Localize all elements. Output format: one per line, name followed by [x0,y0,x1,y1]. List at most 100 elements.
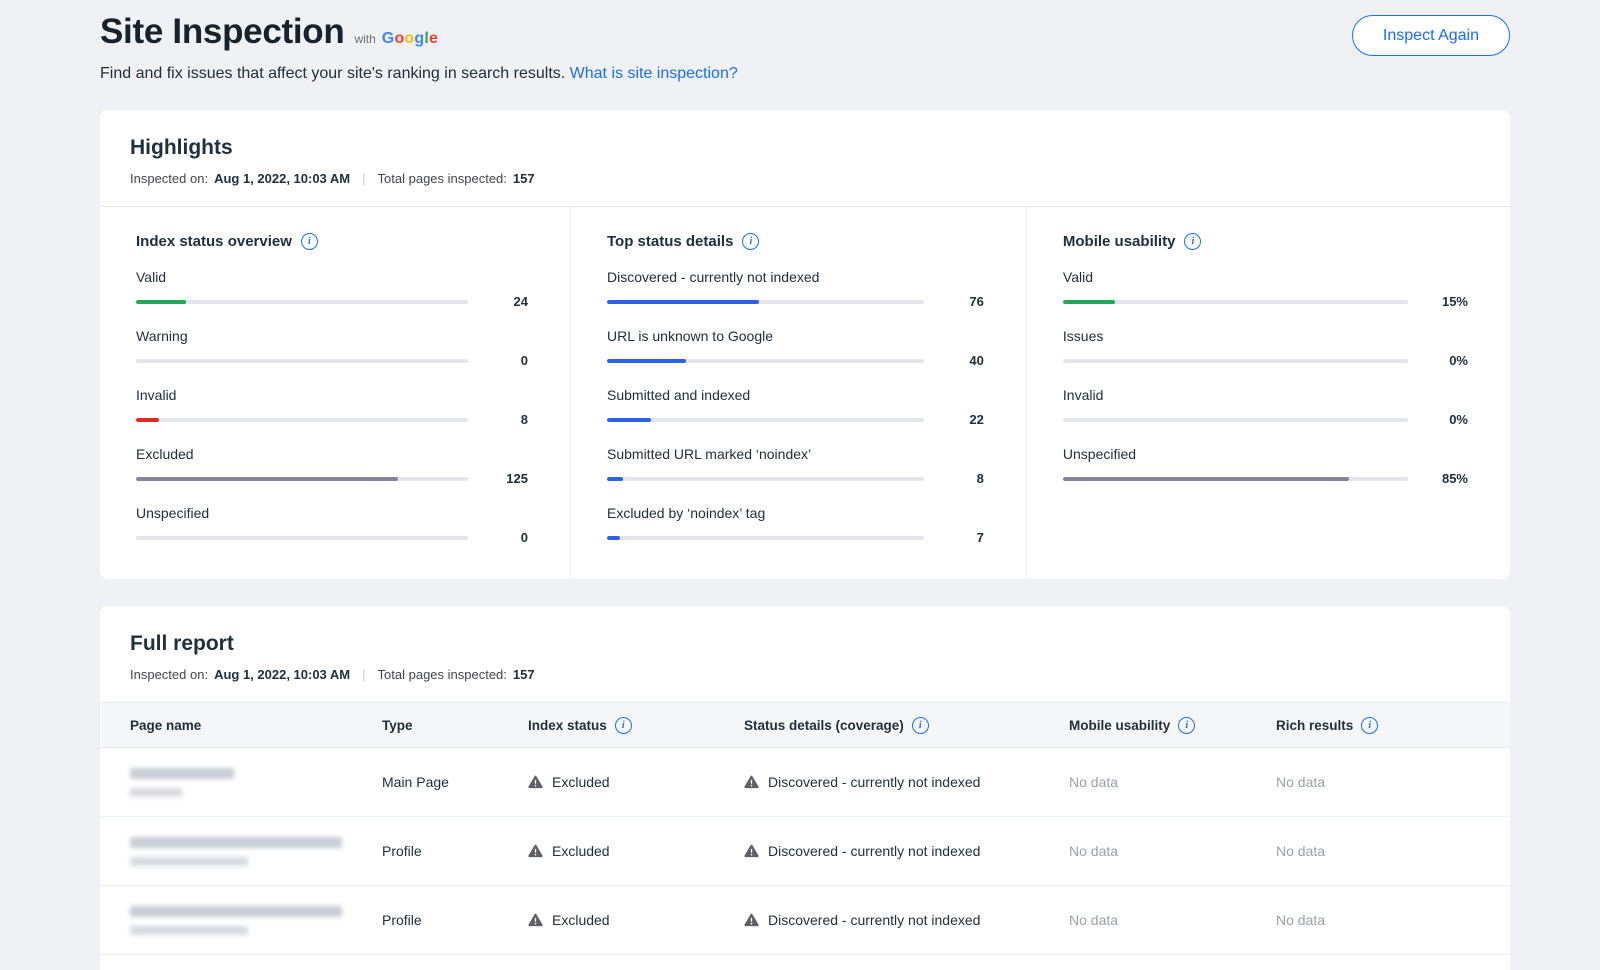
info-icon[interactable]: i [742,233,759,250]
index-status-label: Excluded [552,843,610,859]
column-header-label: Status details (coverage) [744,718,904,733]
google-letter: g [414,30,424,47]
column-header-label: Type [382,718,413,733]
stat-row: Unspecified 85% [1063,446,1468,486]
column-header: Rich results i [1276,717,1510,734]
stat-progress-bar [136,300,468,304]
rich-results-value: No data [1276,843,1510,859]
redacted-text-line [130,768,234,779]
stat-progress-bar [1063,359,1408,363]
stat-progress-bar [1063,300,1408,304]
panel-title: Index status overview [136,233,292,250]
rich-results-value: No data [1276,774,1510,790]
total-pages-value: 157 [513,667,535,682]
redacted-text-line [130,788,182,797]
stat-row: URL is unknown to Google 40 [607,328,984,368]
highlights-card: Highlights Inspected on: Aug 1, 2022, 10… [100,110,1510,579]
warning-icon [744,913,759,927]
info-icon[interactable]: i [615,717,632,734]
column-header: Index status i [528,717,744,734]
full-report-table: Page name i Type i Index status i Status… [100,702,1510,970]
status-details-label: Discovered - currently not indexed [768,912,980,928]
column-header-label: Page name [130,718,201,733]
redacted-text-line [130,906,342,917]
stat-value: 125 [482,471,528,486]
what-is-site-inspection-link[interactable]: What is site inspection? [570,65,738,82]
column-header: Type i [382,718,528,733]
page-header: Site Inspection with Google Find and fix… [100,12,1510,83]
status-details-cell: Discovered - currently not indexed [744,843,1069,859]
stat-value: 0 [482,530,528,545]
table-row[interactable]: Main Page Excluded Discovered - currentl… [100,748,1510,817]
google-letter: G [382,30,395,47]
info-icon[interactable]: i [1184,233,1201,250]
highlights-panel: Index status overview i Valid 24 Warning… [100,207,570,579]
stat-row: Warning 0 [136,328,528,368]
stat-value: 40 [938,353,984,368]
highlights-head: Highlights Inspected on: Aug 1, 2022, 10… [100,110,1510,207]
stat-progress-bar [1063,418,1408,422]
mobile-usability-value: No data [1069,774,1276,790]
stat-label: Invalid [1063,387,1468,403]
total-pages-label: Total pages inspected: [378,171,507,186]
inspect-again-button[interactable]: Inspect Again [1352,15,1510,56]
index-status-label: Excluded [552,774,610,790]
column-header-label: Mobile usability [1069,718,1170,733]
info-icon[interactable]: i [912,717,929,734]
highlights-title: Highlights [130,136,1480,160]
total-pages-value: 157 [513,171,535,186]
stat-label: Excluded [136,446,528,462]
info-icon[interactable]: i [1178,717,1195,734]
highlights-panels: Index status overview i Valid 24 Warning… [100,207,1510,579]
google-letter: o [404,30,414,47]
stat-value: 22 [938,412,984,427]
stat-row: Excluded by ‘noindex’ tag 7 [607,505,984,545]
full-report-title: Full report [130,632,1480,656]
stat-label: Issues [1063,328,1468,344]
stat-progress-bar [1063,477,1408,481]
index-status-cell: Excluded [528,843,744,859]
index-status-label: Excluded [552,912,610,928]
table-row[interactable]: Profile Excluded Discovered - currently … [100,817,1510,886]
stat-label: Unspecified [136,505,528,521]
index-status-cell: Excluded [528,912,744,928]
table-row[interactable]: Profile Excluded Discovered - currently … [100,886,1510,955]
stat-value: 0% [1422,353,1468,368]
warning-icon [744,775,759,789]
stat-label: Submitted and indexed [607,387,984,403]
full-report-card: Full report Inspected on: Aug 1, 2022, 1… [100,606,1510,970]
google-logo: Google [382,30,438,48]
warning-icon [528,775,543,789]
stat-progress-bar [607,300,924,304]
mobile-usability-value: No data [1069,912,1276,928]
info-icon[interactable]: i [301,233,318,250]
inspected-on-value: Aug 1, 2022, 10:03 AM [214,171,350,186]
total-pages-label: Total pages inspected: [378,667,507,682]
stat-value: 7 [938,530,984,545]
redacted-text-line [130,926,248,935]
page-type: Main Page [382,774,528,790]
stat-row: Valid 15% [1063,269,1468,309]
info-icon[interactable]: i [1361,717,1378,734]
subtitle-text: Find and fix issues that affect your sit… [100,65,565,82]
status-details-label: Discovered - currently not indexed [768,843,980,859]
table-row[interactable]: Product ! Invalid ! Submitted, marked ‘n… [100,955,1510,970]
status-details-cell: Discovered - currently not indexed [744,912,1069,928]
mobile-usability-value: No data [1069,843,1276,859]
stat-label: Submitted URL marked ‘noindex’ [607,446,984,462]
stat-progress-bar [136,477,468,481]
page-type: Profile [382,843,528,859]
stat-row: Submitted URL marked ‘noindex’ 8 [607,446,984,486]
panel-title: Top status details [607,233,733,250]
stat-progress-bar [136,536,468,540]
stat-progress-bar [136,359,468,363]
warning-icon [528,844,543,858]
stat-value: 8 [938,471,984,486]
site-inspection-page: Site Inspection with Google Find and fix… [0,0,1600,970]
stat-row: Valid 24 [136,269,528,309]
redacted-text-line [130,857,248,866]
warning-icon [744,844,759,858]
stat-progress-bar [607,477,924,481]
stat-progress-bar [607,359,924,363]
stat-label: Invalid [136,387,528,403]
